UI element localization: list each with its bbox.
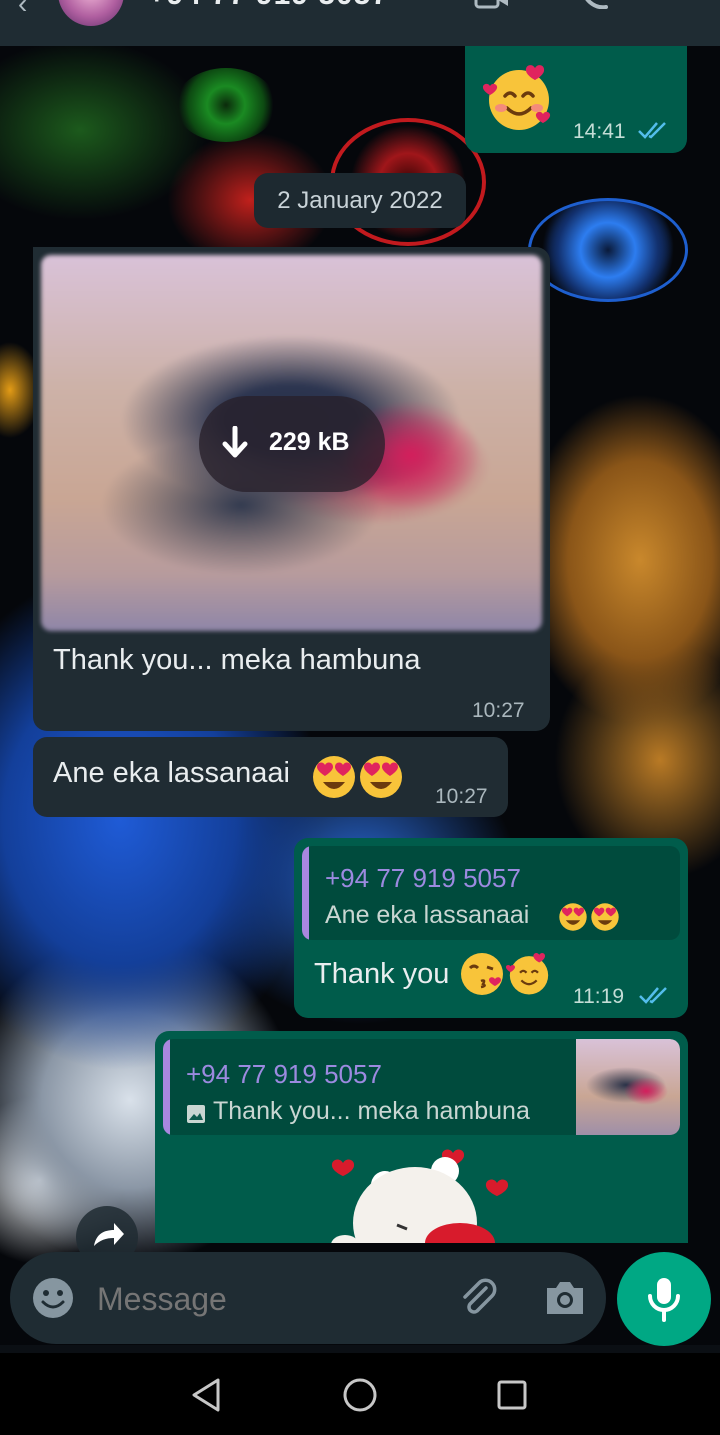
outgoing-sticker-reply[interactable]: +94 77 919 5057 Thank you... meka hambun… [155,1031,688,1243]
message-time: 10:27 [472,699,525,722]
system-navigation-bar [0,1353,720,1435]
video-call-icon[interactable] [474,0,510,16]
nav-home-icon[interactable] [342,1377,378,1418]
quoted-message[interactable]: +94 77 919 5057 Thank you... meka hambun… [163,1039,680,1135]
download-size: 229 kB [269,428,350,456]
phone-icon[interactable] [580,0,610,16]
date-separator: 2 January 2022 [254,173,466,228]
incoming-image-message[interactable]: 229 kB Thank you... meka hambuna 10:27 [33,247,550,731]
emoji-icon[interactable] [32,1277,74,1324]
contact-name[interactable]: +94 77 919 5057 [148,0,389,12]
contact-avatar[interactable] [58,0,124,26]
mic-icon [648,1278,680,1322]
heart-eyes-emoji [590,902,620,937]
chat-header: ‹ +94 77 919 5057 [0,0,720,46]
wallpaper-dreamcatcher-blue [528,198,688,302]
heart-eyes-emoji [358,754,404,805]
message-composer [10,1252,606,1344]
download-button[interactable]: 229 kB [199,396,385,492]
quote-accent-bar [163,1039,170,1135]
outgoing-message-emoji[interactable]: 14:41 [465,46,687,153]
download-arrow-icon [222,426,248,458]
camera-icon[interactable] [543,1278,587,1323]
wallpaper-dreamcatcher-green [175,68,277,142]
nav-back-icon[interactable] [190,1377,222,1418]
incoming-text-message[interactable]: Ane eka lassanaai 10:27 [33,737,508,817]
quoted-message[interactable]: +94 77 919 5057 Ane eka lassanaai [302,846,680,940]
message-text-content: Ane eka lassanaai [53,757,290,789]
heart-eyes-emoji [558,902,588,937]
more-vert-icon[interactable] [668,0,678,16]
read-ticks-icon [639,987,667,1004]
teddy-bear-sticker[interactable] [315,1143,535,1243]
message-text: Ane eka lassanaai [53,757,290,790]
quote-text: Thank you... meka hambuna [213,1097,530,1125]
voice-message-button[interactable] [617,1252,711,1346]
nav-recents-icon[interactable] [496,1379,528,1416]
heart-eyes-emoji [311,754,357,805]
image-icon [186,1104,206,1129]
quote-text-content: Ane eka lassanaai [325,901,530,929]
message-text: Thank you [314,958,450,990]
quote-thumbnail [576,1039,680,1135]
image-caption: Thank you... meka hambuna [53,644,421,676]
back-arrow-icon[interactable]: ‹ [18,0,27,20]
quote-accent-bar [302,846,309,940]
smiling-face-with-hearts-emoji [505,951,552,1002]
smiling-face-with-hearts-emoji [482,62,555,139]
quote-author: +94 77 919 5057 [325,863,521,893]
quote-text: Ane eka lassanaai [325,901,529,930]
quote-author: +94 77 919 5057 [186,1059,382,1089]
outgoing-reply-message[interactable]: +94 77 919 5057 Ane eka lassanaai Thank … [294,838,688,1018]
message-time: 11:19 [573,985,624,1008]
kissing-face-emoji [459,951,505,1002]
message-time: 14:41 [573,120,626,143]
read-ticks-icon [638,122,666,139]
paperclip-icon[interactable] [456,1276,500,1325]
message-time: 10:27 [435,785,488,808]
message-input[interactable] [95,1272,439,1326]
